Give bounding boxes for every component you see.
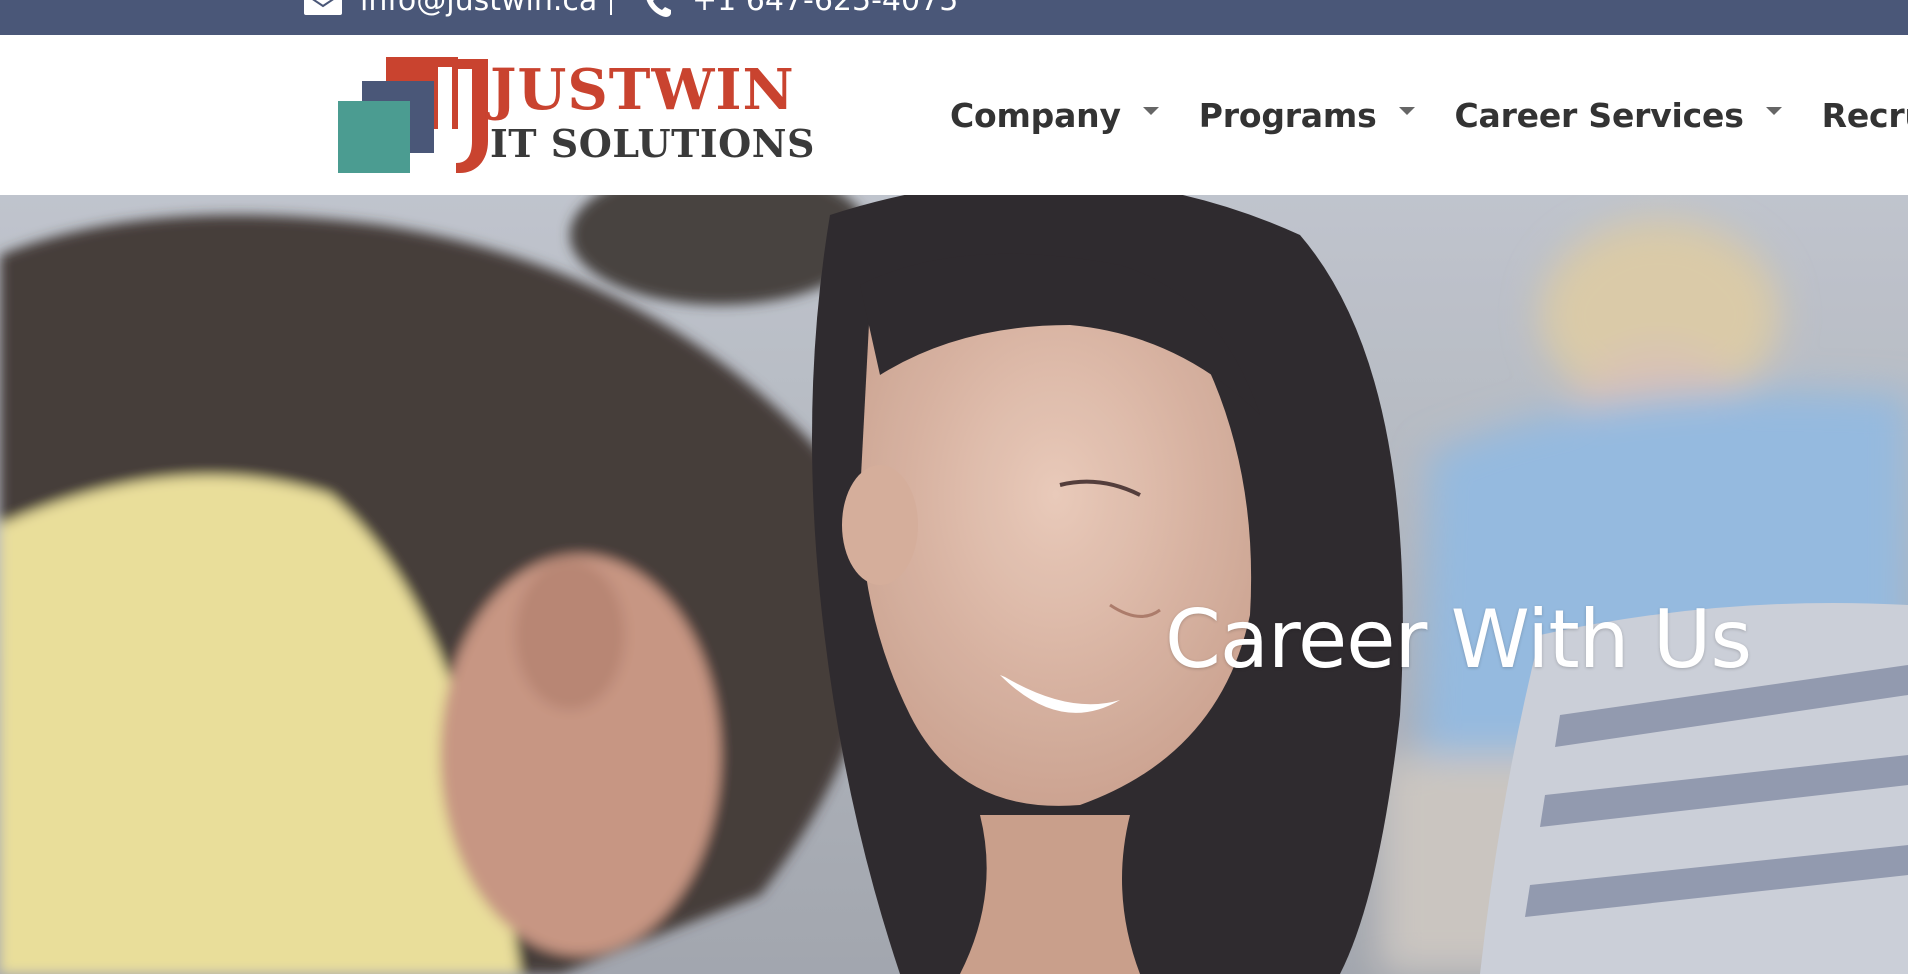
nav-label[interactable]: Company (950, 96, 1121, 135)
logo-line1: JUSTWIN (485, 57, 795, 123)
email-contact[interactable]: info@justwin.ca (304, 0, 597, 18)
site-header: JUSTWIN IT SOLUTIONS Company Programs Ca… (0, 35, 1908, 195)
email-text[interactable]: info@justwin.ca (360, 0, 597, 18)
top-contact-bar: info@justwin.ca +1 647-625-4075 (0, 0, 1908, 35)
phone-text[interactable]: +1 647-625-4075 (692, 0, 958, 18)
classroom-students-photo (0, 195, 1908, 974)
phone-icon (646, 0, 671, 17)
logo-line2: IT SOLUTIONS (490, 121, 814, 166)
hero-title: Career With Us (1165, 593, 1752, 686)
nav-label[interactable]: Career Services (1455, 96, 1744, 135)
main-nav: Company Programs Career Services Recruit… (950, 35, 1908, 195)
mail-icon (304, 0, 342, 15)
chevron-down-icon[interactable] (1765, 107, 1782, 115)
chevron-down-icon[interactable] (1142, 107, 1159, 115)
justwin-logo-graphic: JUSTWIN IT SOLUTIONS (338, 57, 814, 173)
phone-contact[interactable]: +1 647-625-4075 (644, 0, 958, 18)
nav-item-company[interactable]: Company (950, 96, 1159, 135)
nav-item-programs[interactable]: Programs (1199, 96, 1415, 135)
contact-separator (610, 0, 612, 15)
site-logo[interactable]: JUSTWIN IT SOLUTIONS (338, 57, 814, 175)
nav-label[interactable]: Recruitm (1822, 96, 1908, 135)
chevron-down-icon[interactable] (1398, 107, 1415, 115)
nav-item-career-services[interactable]: Career Services (1455, 96, 1782, 135)
nav-label[interactable]: Programs (1199, 96, 1377, 135)
nav-item-recruitment[interactable]: Recruitm (1822, 96, 1908, 135)
hero-banner: Career With Us (0, 195, 1908, 974)
